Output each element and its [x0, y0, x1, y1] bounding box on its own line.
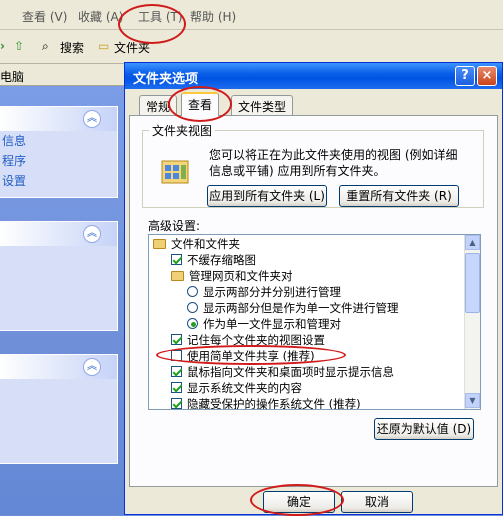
apply-to-all-folders-button[interactable]: 应用到所有文件夹 (L) — [207, 185, 327, 207]
list-item-label: 文件和文件夹 — [171, 237, 240, 251]
task-box-other: ︽ — [0, 221, 118, 331]
list-item[interactable]: 显示系统文件夹的内容 — [171, 381, 302, 396]
reset-all-folders-button[interactable]: 重置所有文件夹 (R) — [339, 185, 459, 207]
folder-options-dialog: 文件夹选项 ? × 常规 查看 文件类型 文件夹视图 您可以将正在为此文件夹使用… — [124, 62, 503, 515]
close-button[interactable]: × — [477, 66, 497, 86]
tab-general[interactable]: 常规 — [139, 95, 178, 115]
task-link-settings[interactable]: 设置 — [0, 171, 117, 191]
folder-icon — [153, 239, 166, 249]
collapse-chevron-icon[interactable]: ︽ — [83, 225, 101, 243]
task-box-header[interactable]: ︽ — [0, 355, 117, 379]
collapse-chevron-icon[interactable]: ︽ — [83, 358, 101, 376]
advanced-settings-list[interactable]: 文件和文件夹 不缓存缩略图 管理网页和文件夹对 显示两部分并分别进行管理 显示两… — [148, 234, 481, 410]
list-item[interactable]: 显示两部分并分别进行管理 — [187, 285, 341, 300]
radio-button[interactable] — [187, 318, 198, 329]
tab-file-types[interactable]: 文件类型 — [231, 95, 294, 115]
task-link-programs[interactable]: 程序 — [0, 151, 117, 171]
scroll-down-icon[interactable]: ▼ — [465, 393, 480, 408]
folder-views-legend: 文件夹视图 — [152, 124, 213, 138]
list-item-label: 显示系统文件夹的内容 — [187, 381, 302, 395]
checkbox[interactable] — [171, 254, 182, 265]
search-icon[interactable]: ⌕ — [42, 39, 49, 54]
list-item-label: 使用简单文件共享 (推荐) — [187, 349, 315, 363]
list-item-label: 作为单一文件显示和管理对 — [203, 317, 341, 331]
menu-help[interactable]: 帮助 (H) — [190, 8, 236, 25]
up-folder-icon[interactable]: ⇧ — [14, 39, 24, 53]
radio-button[interactable] — [187, 302, 198, 313]
scroll-thumb[interactable] — [465, 253, 480, 313]
task-box-details: ︽ — [0, 354, 118, 464]
task-box-system: ︽ 信息 程序 设置 — [0, 106, 118, 198]
list-item-label: 显示两部分但是作为单一文件进行管理 — [203, 301, 399, 315]
toolbar-search-button[interactable]: 搜索 — [60, 39, 84, 56]
dialog-title: 文件夹选项 — [133, 72, 199, 87]
restore-defaults-button[interactable]: 还原为默认值 (D) — [374, 418, 474, 440]
toolbar-folders-button[interactable]: 文件夹 — [114, 39, 150, 56]
list-item[interactable]: 显示两部分但是作为单一文件进行管理 — [187, 301, 399, 316]
back-arrow-icon[interactable]: › — [0, 39, 5, 53]
task-box-header[interactable]: ︽ — [0, 222, 117, 246]
list-item: 管理网页和文件夹对 — [171, 269, 293, 284]
advanced-settings-label: 高级设置: — [148, 219, 201, 233]
list-item-label: 不缓存缩略图 — [187, 253, 256, 267]
collapse-chevron-icon[interactable]: ︽ — [83, 110, 101, 128]
list-item[interactable]: 使用简单文件共享 (推荐) — [171, 349, 315, 364]
task-pane: ︽ 信息 程序 设置 ︽ ︽ — [0, 86, 128, 515]
list-item-label: 记住每个文件夹的视图设置 — [187, 333, 325, 347]
list-item-label: 隐藏受保护的操作系统文件 (推荐) — [187, 397, 361, 410]
scrollbar[interactable]: ▲ ▼ — [464, 235, 480, 409]
list-item: 文件和文件夹 — [153, 237, 240, 252]
folder-view-icon — [161, 160, 189, 184]
checkbox[interactable] — [171, 366, 182, 377]
list-item-label: 显示两部分并分别进行管理 — [203, 285, 341, 299]
tab-view[interactable]: 查看 — [181, 92, 220, 116]
list-item[interactable]: 隐藏受保护的操作系统文件 (推荐) — [171, 397, 361, 410]
dialog-titlebar[interactable]: 文件夹选项 ? × — [125, 63, 502, 89]
checkbox[interactable] — [171, 334, 182, 345]
list-item[interactable]: 鼠标指向文件夹和桌面项时显示提示信息 — [171, 365, 394, 380]
explorer-toolbar: › ⇧ ⌕ 搜索 ▭ 文件夹 — [0, 30, 503, 64]
menu-bar: 查看 (V) 收藏 (A) 工具 (T) 帮助 (H) — [0, 0, 503, 30]
task-box-header[interactable]: ︽ — [0, 107, 117, 131]
list-item[interactable]: 不缓存缩略图 — [171, 253, 256, 268]
checkbox[interactable] — [171, 350, 182, 361]
help-button[interactable]: ? — [455, 66, 475, 86]
radio-button[interactable] — [187, 286, 198, 297]
task-link-info[interactable]: 信息 — [0, 131, 117, 151]
address-bar[interactable]: 电脑 — [0, 64, 130, 86]
folder-views-group: 文件夹视图 您可以将正在为此文件夹使用的视图 (例如详细信息或平铺) 应用到所有… — [142, 122, 484, 208]
checkbox[interactable] — [171, 398, 182, 409]
list-item[interactable]: 记住每个文件夹的视图设置 — [171, 333, 325, 348]
list-item-label: 鼠标指向文件夹和桌面项时显示提示信息 — [187, 365, 394, 379]
folder-views-description: 您可以将正在为此文件夹使用的视图 (例如详细信息或平铺) 应用到所有文件夹。 — [209, 148, 458, 178]
checkbox[interactable] — [171, 382, 182, 393]
scroll-up-icon[interactable]: ▲ — [465, 235, 480, 250]
list-item[interactable]: 作为单一文件显示和管理对 — [187, 317, 341, 332]
menu-tools[interactable]: 工具 (T) — [138, 8, 183, 25]
address-text: 电脑 — [0, 70, 25, 84]
list-item-label: 管理网页和文件夹对 — [189, 269, 293, 283]
menu-favorites[interactable]: 收藏 (A) — [78, 8, 123, 25]
ok-button[interactable]: 确定 — [263, 491, 335, 513]
menu-view[interactable]: 查看 (V) — [22, 8, 67, 25]
folder-icon — [171, 271, 184, 281]
folders-icon[interactable]: ▭ — [98, 39, 109, 53]
view-tab-panel: 文件夹视图 您可以将正在为此文件夹使用的视图 (例如详细信息或平铺) 应用到所有… — [129, 115, 498, 487]
cancel-button[interactable]: 取消 — [341, 491, 413, 513]
